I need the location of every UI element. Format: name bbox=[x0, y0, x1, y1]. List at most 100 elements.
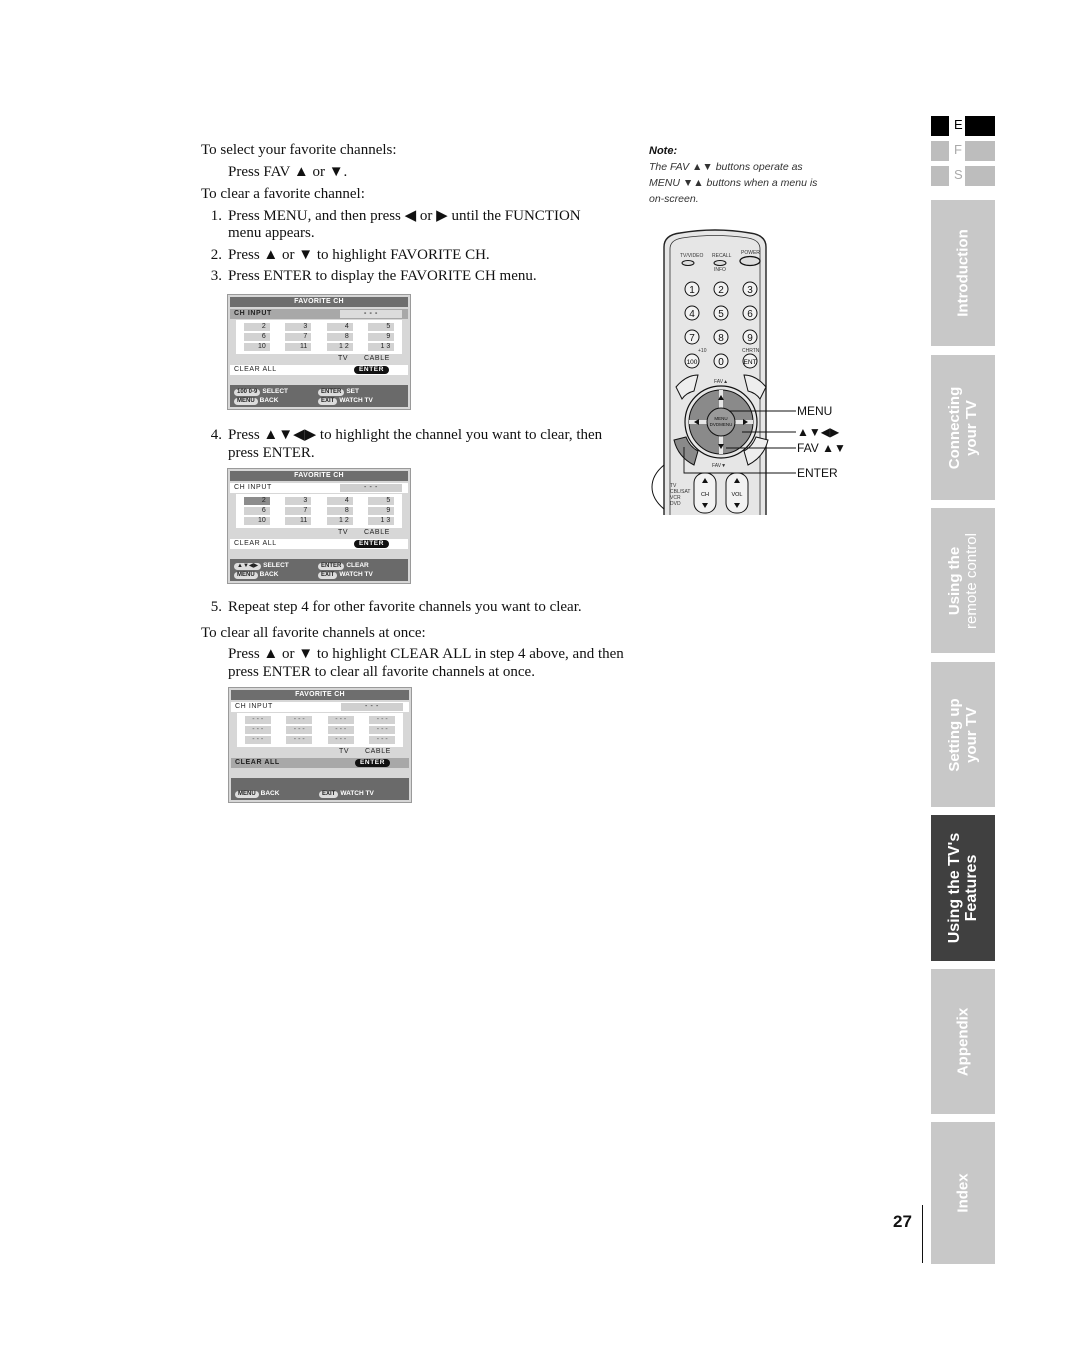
clear-all-row: CLEAR ALL ENTER bbox=[230, 365, 408, 375]
channel-cell: 4 bbox=[326, 323, 353, 331]
clear-all-label: CLEAR ALL bbox=[235, 759, 280, 766]
channel-cell: 10 bbox=[243, 517, 270, 525]
exit-key-icon: EXIT bbox=[318, 398, 338, 405]
tab-label: Setting up bbox=[946, 697, 963, 772]
tab-setting-up-your-tv[interactable]: Setting up your TV bbox=[931, 662, 995, 807]
osd-title: FAVORITE CH bbox=[231, 690, 409, 700]
footer-action: BACK bbox=[259, 397, 279, 404]
digit-7-button: 7 bbox=[689, 333, 695, 344]
tab-index[interactable]: Index bbox=[931, 1122, 995, 1264]
channel-cell: 3 bbox=[285, 323, 312, 331]
language-french[interactable]: F bbox=[931, 141, 995, 161]
footer-action: WATCH TV bbox=[339, 397, 373, 404]
osd-footer: ▲▼◀▶ SELECT ENTER CLEAR MENU BACK EXIT WATCH… bbox=[230, 559, 408, 581]
ch-input-label: CH INPUT bbox=[235, 703, 273, 710]
tv-video-label: TV/VIDEO bbox=[680, 253, 703, 259]
recall-label: RECALL bbox=[712, 253, 732, 259]
tab-using-remote-control[interactable]: Using the remote control bbox=[931, 508, 995, 653]
channel-cell: 3 bbox=[285, 497, 312, 505]
svg-text:DVD: DVD bbox=[670, 501, 681, 507]
channel-cell: 11 bbox=[285, 517, 312, 525]
tab-using-tvs-features[interactable]: Using the TV's Features bbox=[931, 815, 995, 961]
clear-all-row: CLEAR ALL ENTER bbox=[230, 539, 408, 549]
step-4: 4. Press ▲▼◀▶ to highlight the channel yo… bbox=[196, 426, 602, 445]
ch-input-value: - - - bbox=[340, 484, 402, 492]
digit-0-button: 0 bbox=[718, 357, 724, 368]
language-spanish[interactable]: S bbox=[931, 166, 995, 186]
step-text: Press ▲▼◀▶ to highlight the channel you … bbox=[228, 427, 603, 443]
channel-cell: 8 bbox=[326, 333, 353, 341]
arrow-keys-icon: ▲▼◀▶ bbox=[234, 563, 262, 570]
step-5: 5. Repeat step 4 for other favorite chann… bbox=[196, 598, 582, 617]
cable-label: CABLE bbox=[364, 529, 390, 536]
step-text: Press ENTER to display the FAVORITE CH m… bbox=[228, 268, 537, 284]
channel-cell-empty: - - - bbox=[327, 736, 354, 744]
exit-key-icon: EXIT bbox=[318, 572, 338, 579]
menu-key-icon: MENU bbox=[234, 572, 258, 579]
channel-cell: 1 3 bbox=[368, 517, 395, 525]
channel-cell-empty: - - - bbox=[286, 716, 313, 724]
cable-label: CABLE bbox=[365, 748, 391, 755]
step-2: 2. Press ▲ or ▼ to highlight FAVORITE CH. bbox=[196, 246, 490, 265]
channel-grid: - - - - - - - - - - - - - - - - - - - - - - - … bbox=[237, 713, 403, 747]
number-pad: 1 2 3 4 5 6 7 8 9 bbox=[684, 281, 758, 345]
language-letter: E bbox=[954, 117, 963, 132]
clear-all-heading: To clear all favorite channels at once: bbox=[201, 625, 426, 641]
tab-appendix[interactable]: Appendix bbox=[931, 969, 995, 1114]
enter-badge: ENTER bbox=[355, 759, 391, 767]
tab-label: your TV bbox=[963, 399, 980, 456]
tab-connecting-your-tv[interactable]: Connecting your TV bbox=[931, 355, 995, 500]
step-number: 2. bbox=[210, 247, 222, 263]
channel-cell-empty: - - - bbox=[286, 726, 313, 734]
language-letter: S bbox=[954, 167, 963, 182]
fav-down-label: FAV▼ bbox=[712, 463, 726, 469]
note-box: Note: The FAV ▲▼ buttons operate as MENU… bbox=[649, 143, 817, 207]
callout-arrows: ▲▼◀▶ bbox=[797, 425, 840, 439]
digit-9-button: 9 bbox=[747, 333, 753, 344]
channel-cell-empty: - - - bbox=[244, 736, 271, 744]
channel-cell: 6 bbox=[243, 333, 270, 341]
channel-cell: 1 2 bbox=[326, 343, 353, 351]
favorite-ch-screen-2: FAVORITE CH CH INPUT - - - 2 3 4 5 6 7 8 9 10 1… bbox=[227, 468, 411, 584]
tab-label: Introduction bbox=[954, 229, 972, 317]
enter-key-icon: ENTER bbox=[318, 563, 345, 570]
step-number: 3. bbox=[210, 268, 222, 284]
footer-action: WATCH TV bbox=[340, 790, 374, 797]
page-number: 27 bbox=[893, 1212, 912, 1231]
tab-label: Using the bbox=[946, 546, 963, 615]
select-heading: To select your favorite channels: bbox=[201, 142, 397, 158]
channel-cell-empty: - - - bbox=[327, 726, 354, 734]
tab-label: Index bbox=[954, 1173, 972, 1213]
clear-heading: To clear a favorite channel: bbox=[201, 186, 365, 202]
footer-action: CLEAR bbox=[346, 562, 369, 569]
menu-key-icon: MENU bbox=[235, 791, 259, 798]
channel-cell-empty: - - - bbox=[244, 716, 271, 724]
digit-2-button: 2 bbox=[718, 285, 724, 296]
tab-label: your TV bbox=[963, 706, 980, 763]
tab-label: Features bbox=[963, 854, 980, 922]
channel-cell-empty: - - - bbox=[369, 736, 396, 744]
vol-label: VOL bbox=[731, 492, 742, 498]
ent-button: ENT bbox=[744, 359, 757, 366]
exit-key-icon: EXIT bbox=[319, 791, 339, 798]
digit-1-button: 1 bbox=[689, 285, 695, 296]
step-number: 4. bbox=[210, 427, 222, 443]
ch-input-row: CH INPUT - - - bbox=[230, 483, 408, 493]
clear-all-instruction-1: Press ▲ or ▼ to highlight CLEAR ALL in s… bbox=[228, 646, 624, 662]
tab-label: remote control bbox=[963, 532, 980, 629]
enter-badge: ENTER bbox=[354, 366, 390, 374]
channel-cell: 10 bbox=[243, 343, 270, 351]
footer-action: SET bbox=[346, 388, 359, 395]
favorite-ch-screen-1: FAVORITE CH CH INPUT - - - 2 3 4 5 6 7 8 9 10 1… bbox=[227, 294, 411, 410]
menu-button-label: MENU bbox=[714, 416, 727, 421]
menu-key-icon: MENU bbox=[234, 398, 258, 405]
mode-switch bbox=[651, 464, 665, 510]
tab-introduction[interactable]: Introduction bbox=[931, 200, 995, 346]
tab-label: Appendix bbox=[954, 1007, 972, 1076]
clear-all-row-highlighted: CLEAR ALL ENTER bbox=[231, 758, 409, 768]
note-line: The FAV ▲▼ buttons operate as bbox=[649, 161, 803, 173]
ch-input-row: CH INPUT - - - bbox=[230, 309, 408, 319]
language-english[interactable]: E bbox=[931, 116, 995, 136]
tv-video-button bbox=[681, 260, 695, 266]
clear-all-instruction-2: press ENTER to clear all favorite channe… bbox=[228, 664, 535, 680]
